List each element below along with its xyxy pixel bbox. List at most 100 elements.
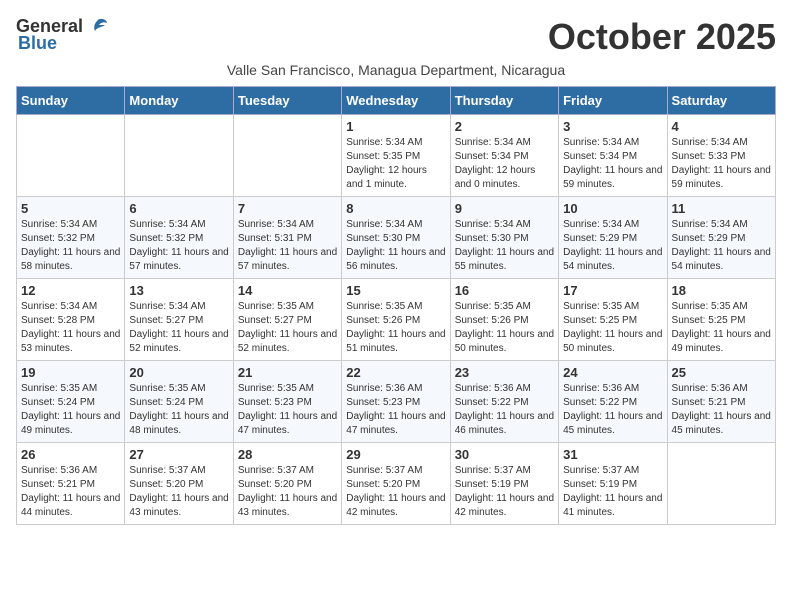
- day-detail: Sunrise: 5:35 AM Sunset: 5:27 PM Dayligh…: [238, 300, 337, 356]
- calendar-cell: [17, 115, 125, 197]
- calendar-cell: 23 Sunrise: 5:36 AM Sunset: 5:22 PM Dayli…: [450, 361, 558, 443]
- calendar-week-row: 5 Sunrise: 5:34 AM Sunset: 5:32 PM Daylig…: [17, 197, 776, 279]
- calendar-cell: 31 Sunrise: 5:37 AM Sunset: 5:19 PM Dayli…: [559, 443, 667, 525]
- calendar-cell: 15 Sunrise: 5:35 AM Sunset: 5:26 PM Dayli…: [342, 279, 450, 361]
- calendar-cell: [125, 115, 233, 197]
- day-detail: Sunrise: 5:34 AM Sunset: 5:32 PM Dayligh…: [129, 218, 228, 274]
- day-number: 17: [563, 283, 662, 298]
- day-detail: Sunrise: 5:35 AM Sunset: 5:24 PM Dayligh…: [21, 382, 120, 438]
- day-detail: Sunrise: 5:34 AM Sunset: 5:27 PM Dayligh…: [129, 300, 228, 356]
- calendar-cell: 19 Sunrise: 5:35 AM Sunset: 5:24 PM Dayli…: [17, 361, 125, 443]
- day-detail: Sunrise: 5:34 AM Sunset: 5:34 PM Dayligh…: [455, 136, 554, 192]
- calendar-cell: 10Sunrise: 5:34 AM Sunset: 5:29 PM Dayli…: [559, 197, 667, 279]
- calendar-cell: 28 Sunrise: 5:37 AM Sunset: 5:20 PM Dayli…: [233, 443, 341, 525]
- day-detail: Sunrise: 5:35 AM Sunset: 5:26 PM Dayligh…: [346, 300, 445, 356]
- day-detail: Sunrise: 5:35 AM Sunset: 5:25 PM Dayligh…: [563, 300, 662, 356]
- calendar-cell: 11 Sunrise: 5:34 AM Sunset: 5:29 PM Dayli…: [667, 197, 775, 279]
- day-number: 7: [238, 201, 337, 216]
- calendar-cell: 18 Sunrise: 5:35 AM Sunset: 5:25 PM Dayli…: [667, 279, 775, 361]
- day-detail: Sunrise: 5:36 AM Sunset: 5:21 PM Dayligh…: [672, 382, 771, 438]
- day-number: 5: [21, 201, 120, 216]
- calendar-week-row: 19 Sunrise: 5:35 AM Sunset: 5:24 PM Dayli…: [17, 361, 776, 443]
- day-number: 30: [455, 447, 554, 462]
- day-number: 18: [672, 283, 771, 298]
- calendar-cell: 14 Sunrise: 5:35 AM Sunset: 5:27 PM Dayli…: [233, 279, 341, 361]
- calendar-cell: 4Sunrise: 5:34 AM Sunset: 5:33 PM Daylig…: [667, 115, 775, 197]
- day-detail: Sunrise: 5:34 AM Sunset: 5:32 PM Dayligh…: [21, 218, 120, 274]
- day-number: 29: [346, 447, 445, 462]
- page-header: General Blue October 2025: [16, 16, 776, 58]
- calendar-table: SundayMondayTuesdayWednesdayThursdayFrid…: [16, 86, 776, 525]
- day-number: 10: [563, 201, 662, 216]
- day-number: 22: [346, 365, 445, 380]
- day-detail: Sunrise: 5:34 AM Sunset: 5:31 PM Dayligh…: [238, 218, 337, 274]
- day-detail: Sunrise: 5:34 AM Sunset: 5:28 PM Dayligh…: [21, 300, 120, 356]
- calendar-cell: 5 Sunrise: 5:34 AM Sunset: 5:32 PM Daylig…: [17, 197, 125, 279]
- day-number: 28: [238, 447, 337, 462]
- day-number: 9: [455, 201, 554, 216]
- day-detail: Sunrise: 5:36 AM Sunset: 5:22 PM Dayligh…: [455, 382, 554, 438]
- calendar-cell: 6Sunrise: 5:34 AM Sunset: 5:32 PM Daylig…: [125, 197, 233, 279]
- day-number: 23: [455, 365, 554, 380]
- day-detail: Sunrise: 5:35 AM Sunset: 5:23 PM Dayligh…: [238, 382, 337, 438]
- day-number: 14: [238, 283, 337, 298]
- day-detail: Sunrise: 5:34 AM Sunset: 5:35 PM Dayligh…: [346, 136, 445, 192]
- calendar-cell: [667, 443, 775, 525]
- calendar-cell: 22Sunrise: 5:36 AM Sunset: 5:23 PM Dayli…: [342, 361, 450, 443]
- day-detail: Sunrise: 5:34 AM Sunset: 5:30 PM Dayligh…: [346, 218, 445, 274]
- logo-text-blue: Blue: [18, 33, 57, 54]
- calendar-cell: 30 Sunrise: 5:37 AM Sunset: 5:19 PM Dayli…: [450, 443, 558, 525]
- day-number: 15: [346, 283, 445, 298]
- day-number: 4: [672, 119, 771, 134]
- day-number: 31: [563, 447, 662, 462]
- calendar-cell: 20Sunrise: 5:35 AM Sunset: 5:24 PM Dayli…: [125, 361, 233, 443]
- logo-bird-icon: [87, 17, 109, 37]
- day-detail: Sunrise: 5:37 AM Sunset: 5:19 PM Dayligh…: [455, 464, 554, 520]
- day-detail: Sunrise: 5:35 AM Sunset: 5:25 PM Dayligh…: [672, 300, 771, 356]
- day-number: 27: [129, 447, 228, 462]
- calendar-header-friday: Friday: [559, 87, 667, 115]
- calendar-cell: 7 Sunrise: 5:34 AM Sunset: 5:31 PM Daylig…: [233, 197, 341, 279]
- day-number: 11: [672, 201, 771, 216]
- month-title: October 2025: [548, 16, 776, 58]
- day-detail: Sunrise: 5:37 AM Sunset: 5:19 PM Dayligh…: [563, 464, 662, 520]
- day-number: 19: [21, 365, 120, 380]
- day-detail: Sunrise: 5:37 AM Sunset: 5:20 PM Dayligh…: [238, 464, 337, 520]
- day-number: 1: [346, 119, 445, 134]
- day-number: 16: [455, 283, 554, 298]
- day-detail: Sunrise: 5:34 AM Sunset: 5:30 PM Dayligh…: [455, 218, 554, 274]
- calendar-week-row: 12 Sunrise: 5:34 AM Sunset: 5:28 PM Dayli…: [17, 279, 776, 361]
- calendar-cell: 13 Sunrise: 5:34 AM Sunset: 5:27 PM Dayli…: [125, 279, 233, 361]
- day-number: 26: [21, 447, 120, 462]
- calendar-header-wednesday: Wednesday: [342, 87, 450, 115]
- day-number: 12: [21, 283, 120, 298]
- calendar-cell: 27 Sunrise: 5:37 AM Sunset: 5:20 PM Dayli…: [125, 443, 233, 525]
- day-detail: Sunrise: 5:36 AM Sunset: 5:22 PM Dayligh…: [563, 382, 662, 438]
- day-number: 25: [672, 365, 771, 380]
- day-number: 8: [346, 201, 445, 216]
- calendar-week-row: 1 Sunrise: 5:34 AM Sunset: 5:35 PM Daylig…: [17, 115, 776, 197]
- day-detail: Sunrise: 5:35 AM Sunset: 5:24 PM Dayligh…: [129, 382, 228, 438]
- day-detail: Sunrise: 5:36 AM Sunset: 5:21 PM Dayligh…: [21, 464, 120, 520]
- day-detail: Sunrise: 5:37 AM Sunset: 5:20 PM Dayligh…: [129, 464, 228, 520]
- day-detail: Sunrise: 5:37 AM Sunset: 5:20 PM Dayligh…: [346, 464, 445, 520]
- calendar-cell: 12 Sunrise: 5:34 AM Sunset: 5:28 PM Dayli…: [17, 279, 125, 361]
- calendar-cell: 26 Sunrise: 5:36 AM Sunset: 5:21 PM Dayli…: [17, 443, 125, 525]
- calendar-cell: 16Sunrise: 5:35 AM Sunset: 5:26 PM Dayli…: [450, 279, 558, 361]
- calendar-cell: 21 Sunrise: 5:35 AM Sunset: 5:23 PM Dayli…: [233, 361, 341, 443]
- calendar-cell: 25 Sunrise: 5:36 AM Sunset: 5:21 PM Dayli…: [667, 361, 775, 443]
- day-number: 3: [563, 119, 662, 134]
- calendar-cell: 24 Sunrise: 5:36 AM Sunset: 5:22 PM Dayli…: [559, 361, 667, 443]
- day-detail: Sunrise: 5:34 AM Sunset: 5:34 PM Dayligh…: [563, 136, 662, 192]
- calendar-cell: 29 Sunrise: 5:37 AM Sunset: 5:20 PM Dayli…: [342, 443, 450, 525]
- day-number: 13: [129, 283, 228, 298]
- day-number: 21: [238, 365, 337, 380]
- calendar-cell: 8 Sunrise: 5:34 AM Sunset: 5:30 PM Daylig…: [342, 197, 450, 279]
- calendar-cell: 3 Sunrise: 5:34 AM Sunset: 5:34 PM Daylig…: [559, 115, 667, 197]
- calendar-header-sunday: Sunday: [17, 87, 125, 115]
- calendar-cell: 9 Sunrise: 5:34 AM Sunset: 5:30 PM Daylig…: [450, 197, 558, 279]
- calendar-header-monday: Monday: [125, 87, 233, 115]
- calendar-week-row: 26 Sunrise: 5:36 AM Sunset: 5:21 PM Dayli…: [17, 443, 776, 525]
- day-number: 24: [563, 365, 662, 380]
- day-detail: Sunrise: 5:34 AM Sunset: 5:29 PM Dayligh…: [672, 218, 771, 274]
